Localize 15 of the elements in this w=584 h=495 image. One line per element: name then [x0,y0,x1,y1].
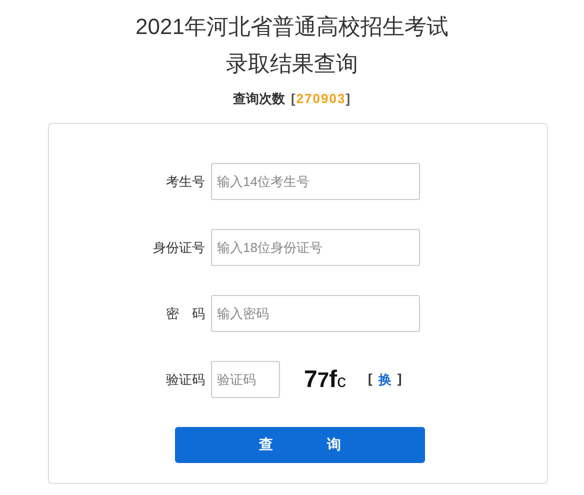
field-label: 验证码 [165,370,206,388]
input-field[interactable]: 输入密码 [211,295,420,332]
query-count-label: 查询次数 [232,90,285,108]
query-count: [270903] [290,90,352,108]
page-title: 录取结果查询 [226,50,358,78]
captcha-image: 77fc [304,366,346,394]
input-field[interactable]: 输入18位身份证号 [211,229,420,266]
field-label: 考生号 [165,172,206,190]
page-title: 2021年河北省普通高校招生考试 [136,13,448,41]
input-field[interactable]: 验证码 [211,361,280,398]
field-label: 身份证号 [152,238,206,256]
refresh-captcha-link[interactable]: [ 换 ] [368,370,402,388]
query-button[interactable]: 查 询 [175,427,425,463]
field-label: 密 码 [165,304,206,322]
input-field[interactable]: 输入14位考生号 [211,163,420,200]
